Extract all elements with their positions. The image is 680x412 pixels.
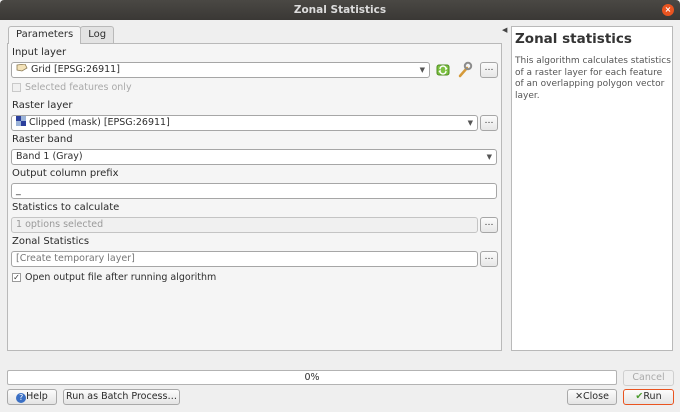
chevron-down-icon: ▼ bbox=[419, 66, 425, 74]
raster-layer-icon bbox=[16, 115, 26, 131]
raster-layer-browse-button[interactable]: … bbox=[480, 115, 498, 131]
raster-layer-label: Raster layer bbox=[12, 100, 73, 111]
raster-band-combo[interactable]: Band 1 (Gray) ▼ bbox=[11, 149, 497, 165]
statistics-label: Statistics to calculate bbox=[12, 202, 120, 213]
statistics-value: 1 options selected bbox=[16, 219, 104, 230]
close-window-icon[interactable]: × bbox=[662, 4, 674, 16]
window-titlebar: Zonal Statistics × bbox=[0, 0, 680, 20]
open-output-label: Open output file after running algorithm bbox=[25, 272, 217, 283]
zonal-statistics-output-label: Zonal Statistics bbox=[12, 236, 90, 247]
output-prefix-input[interactable]: _ bbox=[11, 183, 497, 199]
checkmark-icon: ✓ bbox=[12, 273, 21, 282]
output-placeholder: [Create temporary layer] bbox=[16, 253, 135, 264]
statistics-browse-button[interactable]: … bbox=[480, 217, 498, 233]
output-prefix-label: Output column prefix bbox=[12, 168, 119, 179]
parameters-panel: Input layer Grid [EPSG:26911] ▼ … Select… bbox=[7, 43, 502, 351]
chevron-down-icon: ▼ bbox=[467, 119, 473, 127]
help-description: This algorithm calculates statistics of … bbox=[515, 56, 671, 101]
statistics-field[interactable]: 1 options selected bbox=[11, 217, 478, 233]
raster-layer-combo[interactable]: Clipped (mask) [EPSG:26911] ▼ bbox=[11, 115, 478, 131]
iterate-features-icon[interactable] bbox=[435, 62, 451, 78]
close-button[interactable]: ✕Close bbox=[567, 389, 617, 405]
tab-bar: Parameters Log bbox=[8, 26, 115, 44]
open-output-checkbox[interactable]: ✓ Open output file after running algorit… bbox=[12, 272, 216, 283]
run-button[interactable]: ✔Run bbox=[623, 389, 674, 405]
help-title: Zonal statistics bbox=[515, 31, 632, 47]
run-as-batch-button[interactable]: Run as Batch Process… bbox=[63, 389, 180, 405]
input-layer-value: Grid [EPSG:26911] bbox=[31, 64, 120, 75]
collapse-help-icon[interactable]: ◀ bbox=[502, 26, 507, 34]
chevron-down-icon: ▼ bbox=[486, 153, 492, 161]
input-layer-browse-button[interactable]: … bbox=[480, 62, 498, 78]
tab-log[interactable]: Log bbox=[80, 26, 115, 43]
input-layer-combo[interactable]: Grid [EPSG:26911] ▼ bbox=[11, 62, 430, 78]
help-icon: ? bbox=[16, 393, 27, 403]
help-button-label: Help bbox=[26, 391, 48, 402]
wrench-settings-icon[interactable] bbox=[457, 61, 473, 78]
raster-band-value: Band 1 (Gray) bbox=[16, 151, 83, 162]
raster-band-label: Raster band bbox=[12, 134, 73, 145]
polygon-layer-icon bbox=[16, 63, 28, 77]
output-browse-button[interactable]: … bbox=[480, 251, 498, 267]
progress-label: 0% bbox=[304, 372, 320, 383]
help-button[interactable]: ? Help bbox=[7, 389, 57, 405]
raster-layer-value: Clipped (mask) [EPSG:26911] bbox=[29, 117, 170, 128]
cancel-button[interactable]: Cancel bbox=[623, 370, 674, 386]
help-pane: Zonal statistics This algorithm calculat… bbox=[511, 26, 673, 351]
tab-parameters[interactable]: Parameters bbox=[8, 26, 82, 44]
zonal-statistics-output-field[interactable]: [Create temporary layer] bbox=[11, 251, 478, 267]
close-button-label: Close bbox=[583, 391, 609, 402]
checkbox-box bbox=[12, 83, 21, 92]
progress-bar: 0% bbox=[7, 370, 617, 385]
selected-features-only-label: Selected features only bbox=[25, 82, 132, 93]
input-layer-label: Input layer bbox=[12, 47, 67, 58]
close-x-icon: ✕ bbox=[575, 391, 584, 402]
window-title: Zonal Statistics bbox=[293, 4, 387, 16]
run-button-label: Run bbox=[643, 391, 662, 402]
output-prefix-value: _ bbox=[16, 185, 21, 196]
selected-features-only-checkbox[interactable]: Selected features only bbox=[12, 82, 132, 93]
